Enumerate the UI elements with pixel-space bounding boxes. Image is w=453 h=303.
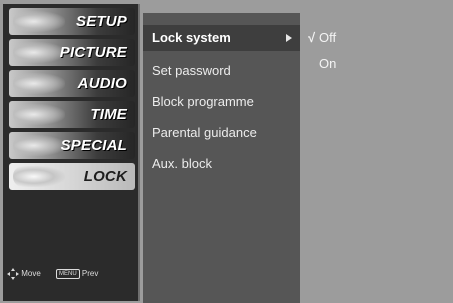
special-icon [13, 135, 65, 156]
tab-label: SPECIAL [60, 137, 127, 154]
tab-label: TIME [90, 106, 127, 123]
submenu-arrow-icon [286, 34, 292, 42]
menu-item-label: Lock system [152, 30, 231, 45]
menu-item-aux-block[interactable]: Aux. block [143, 151, 300, 177]
picture-icon [13, 42, 65, 63]
lock-icon [13, 166, 65, 187]
check-icon: √ [308, 30, 316, 45]
menu-item-label: Aux. block [152, 156, 212, 171]
menu-item-set-password[interactable]: Set password [143, 58, 300, 84]
menu-item-label: Set password [152, 63, 231, 78]
dpad-icon [7, 267, 19, 280]
menu-item-label: Block programme [152, 94, 254, 109]
tab-picture[interactable]: PICTURE [9, 39, 135, 66]
prev-hint: MENU Prev [56, 267, 98, 281]
tab-setup[interactable]: SETUP [9, 8, 135, 35]
tab-label: SETUP [75, 13, 127, 30]
osd-screen: SETUP PICTURE AUDIO TIME SPECIAL LOCK Mo… [0, 0, 453, 303]
tab-special[interactable]: SPECIAL [9, 132, 135, 159]
tab-label: AUDIO [77, 75, 127, 92]
lock-system-options: √ Off On [302, 13, 453, 303]
option-label: On [319, 56, 337, 71]
tab-label: PICTURE [59, 44, 127, 61]
tab-lock[interactable]: LOCK [9, 163, 135, 190]
category-sidebar: SETUP PICTURE AUDIO TIME SPECIAL LOCK Mo… [3, 4, 140, 301]
prev-hint-label: Prev [81, 269, 99, 278]
option-label: Off [319, 30, 337, 45]
setup-icon [13, 11, 65, 32]
menu-item-block-programme[interactable]: Block programme [143, 89, 300, 115]
menu-item-parental-guidance[interactable]: Parental guidance [143, 120, 300, 146]
tab-audio[interactable]: AUDIO [9, 70, 135, 97]
menu-item-lock-system[interactable]: Lock system [143, 25, 300, 51]
audio-icon [13, 73, 65, 94]
menu-item-label: Parental guidance [152, 125, 257, 140]
option-on[interactable]: On [308, 51, 336, 77]
lock-menu: Lock system Set password Block programme… [143, 13, 300, 303]
option-off[interactable]: √ Off [308, 25, 336, 51]
menu-key-icon: MENU [56, 268, 80, 279]
move-hint: Move [7, 267, 41, 281]
move-hint-label: Move [21, 269, 41, 278]
tab-time[interactable]: TIME [9, 101, 135, 128]
time-icon [13, 104, 65, 125]
tab-label: LOCK [83, 168, 127, 185]
top-strip [143, 4, 453, 13]
